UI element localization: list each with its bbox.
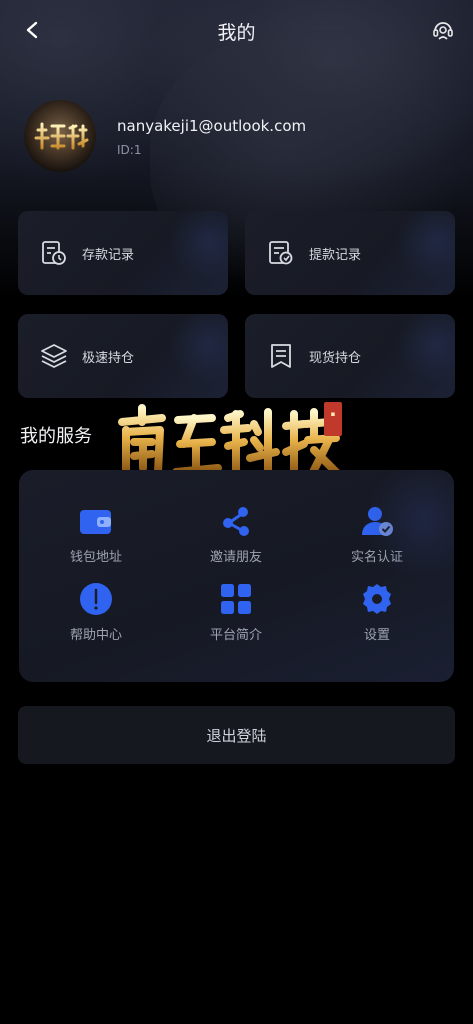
service-identity-verification[interactable]: 实名认证 — [307, 504, 447, 565]
logout-button[interactable]: 退出登陆 — [18, 706, 455, 764]
service-help-center[interactable]: 帮助中心 — [26, 582, 166, 643]
user-email: nanyakeji1@outlook.com — [117, 117, 307, 135]
grid-icon — [221, 584, 251, 614]
bookmark-list-icon — [271, 344, 291, 368]
svg-text:▪: ▪ — [331, 410, 336, 418]
withdraw-history-label: 提款记录 — [309, 248, 362, 263]
settings-icon — [363, 584, 391, 614]
user-verified-icon — [362, 507, 393, 536]
fast-positions-label: 极速持仓 — [82, 351, 135, 366]
spot-positions-card[interactable]: 现货持仓 — [245, 314, 455, 398]
service-label: 钱包地址 — [69, 550, 122, 565]
service-label: 实名认证 — [350, 550, 403, 565]
service-label: 邀请朋友 — [209, 550, 262, 565]
wallet-icon — [80, 510, 111, 534]
service-label: 平台简介 — [209, 628, 262, 643]
service-settings[interactable]: 设置 — [307, 582, 447, 643]
avatar[interactable] — [24, 100, 96, 172]
withdraw-history-icon — [269, 241, 293, 265]
deposit-history-label: 存款记录 — [82, 248, 135, 263]
headset-icon — [433, 22, 453, 40]
service-label: 帮助中心 — [69, 628, 122, 643]
help-icon — [80, 583, 112, 615]
spot-positions-label: 现货持仓 — [309, 351, 362, 366]
fast-positions-card[interactable]: 极速持仓 — [18, 314, 228, 398]
service-label: 设置 — [363, 628, 390, 643]
deposit-history-card[interactable]: 存款记录 — [18, 211, 228, 295]
top-bar: 我的 — [0, 0, 473, 60]
avatar-logo-icon — [24, 100, 96, 172]
support-button[interactable] — [429, 16, 457, 44]
service-platform-intro[interactable]: 平台简介 — [166, 582, 306, 643]
page-title: 我的 — [217, 22, 256, 44]
deposit-history-icon — [42, 241, 66, 265]
layers-icon — [41, 344, 67, 368]
user-id: ID:1 — [117, 143, 142, 157]
share-icon — [223, 507, 249, 536]
service-wallet-address[interactable]: 钱包地址 — [26, 504, 166, 565]
services-panel: 钱包地址 邀请朋友 实名认证 帮助中心 平台简介 设置 — [19, 470, 454, 682]
services-title: 我的服务 — [20, 426, 92, 447]
withdraw-history-card[interactable]: 提款记录 — [245, 211, 455, 295]
service-invite-friends[interactable]: 邀请朋友 — [166, 504, 306, 565]
